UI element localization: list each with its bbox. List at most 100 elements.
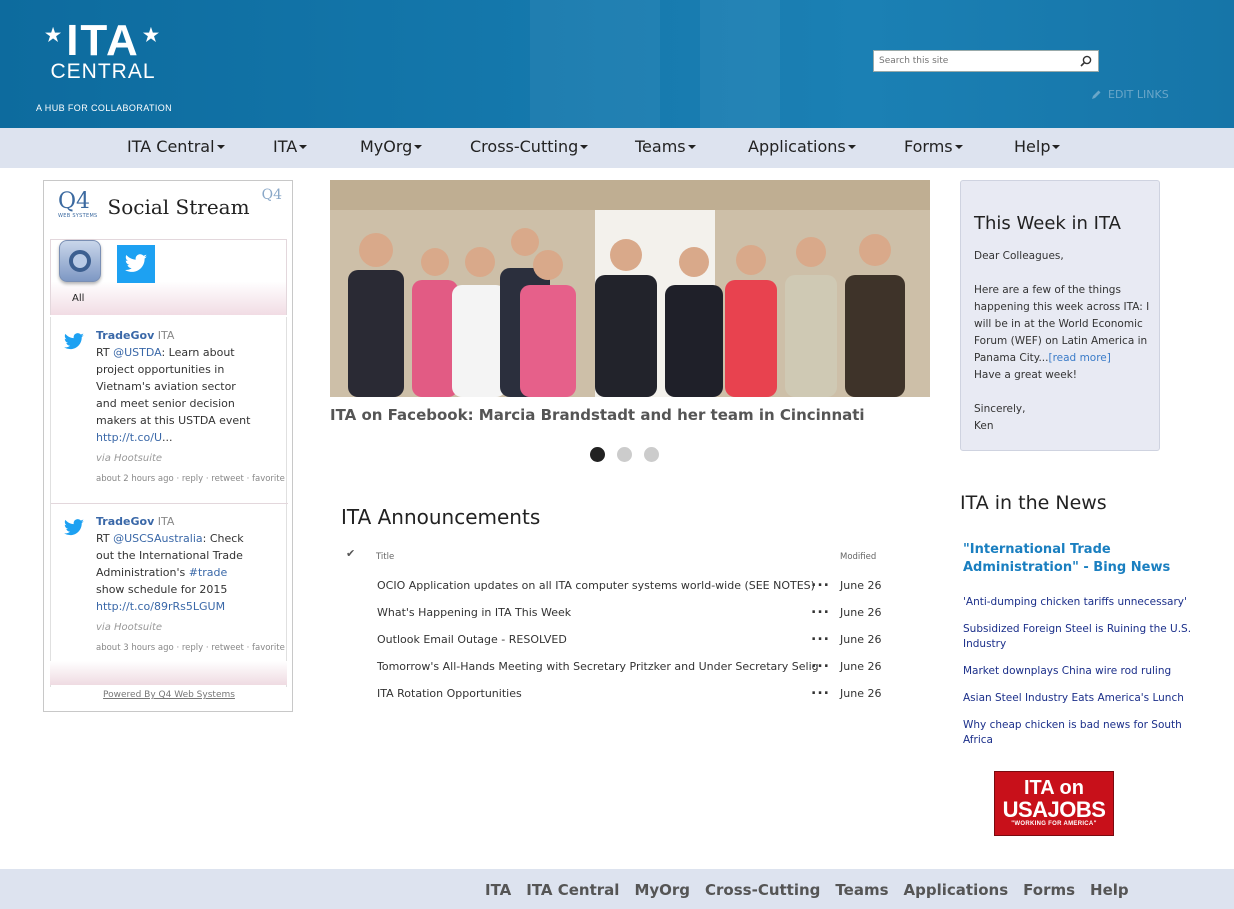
nav-item-applications[interactable]: Applications (748, 128, 856, 168)
announcement-title-link[interactable]: Tomorrow's All-Hands Meeting with Secret… (377, 660, 819, 673)
announcement-row: OCIO Application updates on all ITA comp… (377, 574, 897, 599)
carousel-dot-3[interactable] (644, 447, 659, 462)
logo-subtitle: CENTRAL (50, 60, 156, 83)
caret-down-icon (1052, 145, 1061, 149)
news-item-link[interactable]: Subsidized Foreign Steel is Ruining the … (963, 622, 1203, 652)
caret-down-icon (299, 145, 308, 149)
tweet-via[interactable]: via Hootsuite (96, 619, 288, 636)
more-options-icon[interactable]: ... (811, 628, 830, 644)
footer-link-applications[interactable]: Applications (904, 881, 1009, 899)
social-stream-widget: Q4 WEB SYSTEMS Social Stream Q4 All Trad… (43, 180, 293, 712)
select-all-checkmark-icon[interactable]: ✔ (346, 547, 355, 560)
more-options-icon[interactable]: ... (811, 655, 830, 671)
announcement-row: ITA Rotation Opportunities ... June 26 (377, 682, 897, 707)
footer-link-help[interactable]: Help (1090, 881, 1129, 899)
twitter-bird-icon (64, 519, 84, 536)
this-week-name: Ken (974, 420, 994, 432)
announcement-title-link[interactable]: What's Happening in ITA This Week (377, 606, 571, 619)
carousel-photo[interactable] (330, 180, 930, 397)
powered-by-link[interactable]: Powered By Q4 Web Systems (44, 690, 294, 700)
nav-item-teams[interactable]: Teams (635, 128, 696, 168)
footer-link-myorg[interactable]: MyOrg (634, 881, 690, 899)
tweet-mention[interactable]: @USCSAustralia (113, 532, 203, 545)
main-nav: ITA Central ITA MyOrg Cross-Cutting Team… (0, 128, 1234, 168)
site-logo[interactable]: ★ITA ★ CENTRAL A HUB FOR COLLABORATION (28, 14, 178, 114)
twitter-icon (124, 254, 147, 272)
tweet-author[interactable]: TradeGov (96, 329, 154, 342)
nav-item-ita-central[interactable]: ITA Central (127, 128, 225, 168)
read-more-link[interactable]: [read more] (1048, 352, 1110, 364)
this-week-signoff: Sincerely, (974, 403, 1026, 415)
caret-down-icon (687, 145, 696, 149)
edit-links-label: EDIT LINKS (1108, 88, 1169, 101)
announcement-modified: June 26 (840, 606, 882, 619)
caret-down-icon (954, 145, 963, 149)
edit-links-button[interactable]: EDIT LINKS (1090, 88, 1169, 101)
news-title: ITA in the News (960, 492, 1107, 514)
tweet-handle: ITA (157, 515, 175, 528)
footer-link-forms[interactable]: Forms (1023, 881, 1075, 899)
filter-twitter-button[interactable] (117, 245, 155, 283)
social-stream-title: Social Stream (107, 195, 250, 219)
tweet-link[interactable]: http://t.co/89rRs5LGUM (96, 600, 225, 613)
tweet-list: TradeGov ITA RT @USTDA: Learn about proj… (50, 317, 288, 687)
carousel-dot-2[interactable] (617, 447, 632, 462)
tweet-via[interactable]: via Hootsuite (96, 450, 288, 467)
column-header-modified[interactable]: Modified (840, 552, 876, 562)
tweet-meta[interactable]: about 3 hours ago · reply · retweet · fa… (96, 640, 288, 657)
caret-down-icon (847, 145, 856, 149)
filter-all-button[interactable] (59, 240, 101, 282)
footer-link-ita-central[interactable]: ITA Central (526, 881, 619, 899)
site-footer: ITA ITA Central MyOrg Cross-Cutting Team… (0, 869, 1234, 909)
more-options-icon[interactable]: ... (811, 574, 830, 590)
footer-link-teams[interactable]: Teams (835, 881, 888, 899)
tweet-mention[interactable]: @USTDA (113, 346, 161, 359)
footer-link-cross-cutting[interactable]: Cross-Cutting (705, 881, 820, 899)
this-week-title: This Week in ITA (974, 213, 1121, 234)
carousel-pager (590, 447, 659, 462)
announcement-title-link[interactable]: ITA Rotation Opportunities (377, 687, 522, 700)
nav-item-forms[interactable]: Forms (904, 128, 963, 168)
nav-item-cross-cutting[interactable]: Cross-Cutting (470, 128, 589, 168)
news-item-link[interactable]: Asian Steel Industry Eats America's Lunc… (963, 691, 1203, 706)
footer-link-ita[interactable]: ITA (485, 881, 511, 899)
tweet-handle: ITA (157, 329, 175, 342)
search-icon[interactable] (1080, 55, 1092, 67)
news-item-link[interactable]: Market downplays China wire rod ruling (963, 664, 1203, 679)
gear-icon (69, 250, 91, 272)
twitter-bird-icon (64, 333, 84, 350)
this-week-closing: Have a great week! (974, 369, 1078, 381)
nav-item-help[interactable]: Help (1014, 128, 1061, 168)
carousel-dot-1[interactable] (590, 447, 605, 462)
nav-item-ita[interactable]: ITA (273, 128, 308, 168)
search-box (873, 50, 1099, 72)
tweet-divider (51, 503, 288, 504)
tweet-link[interactable]: http://t.co/U (96, 431, 162, 444)
tweet-item: TradeGov ITA RT @USTDA: Learn about proj… (51, 327, 288, 488)
tweet-hashtag[interactable]: #trade (189, 566, 228, 579)
tweet-author[interactable]: TradeGov (96, 515, 154, 528)
q4-corner-logo: Q4 (261, 187, 282, 203)
caret-down-icon (580, 145, 589, 149)
caret-down-icon (414, 145, 423, 149)
announcements-title: ITA Announcements (341, 505, 541, 529)
announcement-title-link[interactable]: Outlook Email Outage - RESOLVED (377, 633, 567, 646)
search-input[interactable] (874, 56, 1074, 66)
nav-item-myorg[interactable]: MyOrg (360, 128, 423, 168)
carousel-caption[interactable]: ITA on Facebook: Marcia Brandstadt and h… (330, 406, 865, 424)
news-feed-title-link[interactable]: "International Trade Administration" - B… (963, 541, 1208, 577)
more-options-icon[interactable]: ... (811, 601, 830, 617)
this-week-panel: This Week in ITA Dear Colleagues, Here a… (960, 180, 1160, 451)
filter-all-label: All (72, 293, 85, 304)
column-header-title[interactable]: Title (376, 552, 394, 562)
announcement-title-link[interactable]: OCIO Application updates on all ITA comp… (377, 579, 815, 592)
announcement-row: Tomorrow's All-Hands Meeting with Secret… (377, 655, 897, 680)
announcement-modified: June 26 (840, 579, 882, 592)
news-item-link[interactable]: Why cheap chicken is bad news for South … (963, 718, 1203, 748)
more-options-icon[interactable]: ... (811, 682, 830, 698)
footer-nav: ITA ITA Central MyOrg Cross-Cutting Team… (485, 881, 1129, 899)
usajobs-banner-link[interactable]: ITA on USAJOBS "WORKING FOR AMERICA" (994, 771, 1114, 836)
logo-tagline: A HUB FOR COLLABORATION (36, 103, 173, 113)
news-item-link[interactable]: 'Anti-dumping chicken tariffs unnecessar… (963, 595, 1203, 610)
tweet-meta[interactable]: about 2 hours ago · reply · retweet · fa… (96, 471, 288, 488)
